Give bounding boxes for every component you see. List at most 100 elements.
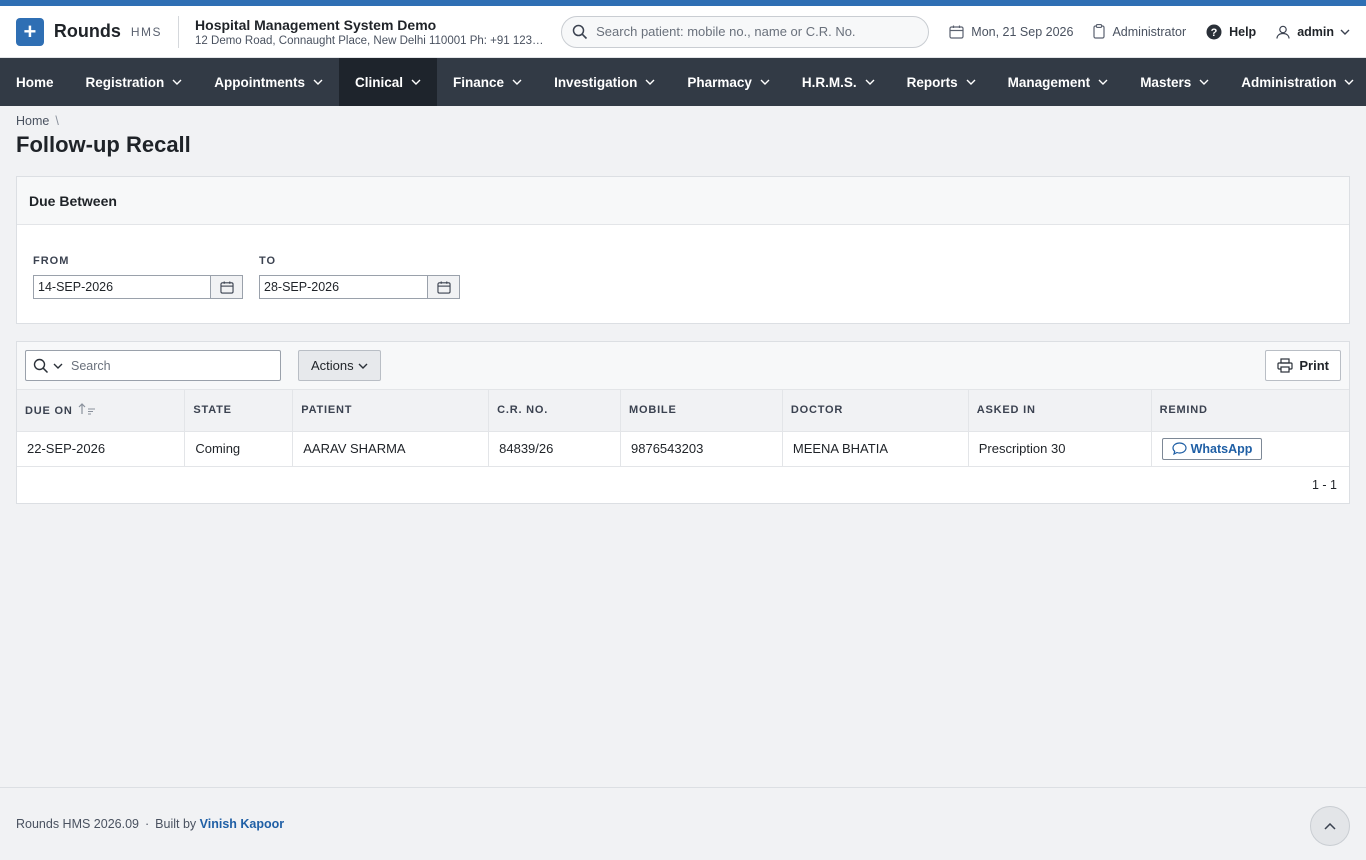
chevron-down-icon — [1344, 79, 1354, 85]
chevron-down-icon — [411, 79, 421, 85]
chevron-down-icon — [313, 79, 323, 85]
report-search-input[interactable] — [71, 358, 271, 373]
cell-remind: WhatsApp — [1151, 431, 1349, 467]
column-header-remind[interactable]: REMIND — [1151, 390, 1349, 432]
chevron-down-icon — [358, 363, 368, 369]
cell-doctor: MEENA BHATIA — [782, 431, 969, 467]
nav-item-label: Finance — [453, 74, 505, 90]
nav-item-appointments[interactable]: Appointments — [198, 58, 339, 106]
user-menu[interactable]: admin — [1276, 25, 1350, 39]
whatsapp-label: WhatsApp — [1190, 441, 1253, 456]
sort-ascending-icon — [78, 403, 95, 415]
nav-item-label: Clinical — [355, 74, 404, 90]
column-header-c-r--no[interactable]: C.R. NO. — [488, 390, 622, 432]
to-label: TO — [259, 255, 277, 267]
column-header-patient[interactable]: PATIENT — [292, 390, 490, 432]
app-header: + Rounds HMS Hospital Management System … — [0, 6, 1366, 58]
footer-author-link[interactable]: Vinish Kapoor — [200, 817, 285, 831]
nav-item-label: Masters — [1140, 74, 1192, 90]
user-icon — [1276, 25, 1290, 39]
nav-item-label: Registration — [85, 74, 165, 90]
from-field: FROM — [33, 255, 243, 299]
column-header-asked-in[interactable]: ASKED IN — [968, 390, 1152, 432]
to-calendar-button[interactable] — [428, 275, 460, 299]
actions-button[interactable]: Actions — [298, 350, 381, 381]
recall-table: DUE ON STATE PATIENT C.R. NO. MOBILE DOCTOR AS… — [17, 390, 1349, 467]
header-divider — [178, 15, 180, 48]
cell-cr-no: 84839/26 — [488, 431, 622, 467]
chevron-down-icon — [865, 79, 875, 85]
calendar-icon — [949, 25, 964, 39]
footer-version: Rounds HMS 2026.09 — [16, 817, 139, 831]
role-selector[interactable]: Administrator — [1093, 24, 1186, 39]
org-name: Hospital Management System Demo — [195, 16, 437, 33]
nav-item-registration[interactable]: Registration — [70, 58, 199, 106]
nav-item-label: Pharmacy — [687, 74, 752, 90]
column-header-doctor[interactable]: DOCTOR — [782, 390, 969, 432]
footer-built-by: Built by — [155, 817, 197, 831]
report-search-box[interactable] — [25, 350, 281, 381]
patient-search-box[interactable] — [561, 15, 930, 48]
table-header-row: DUE ON STATE PATIENT C.R. NO. MOBILE DOCTOR AS… — [17, 390, 1349, 432]
nav-item-investigation[interactable]: Investigation — [538, 58, 671, 106]
column-header-label: C.R. NO. — [497, 404, 549, 417]
column-header-due-on[interactable]: DUE ON — [17, 390, 186, 432]
plus-logo-icon[interactable]: + — [16, 17, 44, 46]
print-button[interactable]: Print — [1265, 350, 1341, 381]
report-toolbar: Actions Print — [17, 342, 1349, 390]
nav-item-home[interactable]: Home — [0, 58, 70, 106]
patient-search-input[interactable] — [596, 24, 917, 39]
page-title: Follow-up Recall — [16, 132, 191, 157]
brand-name[interactable]: Rounds — [54, 21, 121, 42]
user-name: admin — [1297, 24, 1335, 39]
clipboard-icon — [1093, 24, 1106, 39]
panel-title: Due Between — [17, 177, 1349, 225]
role-text: Administrator — [1112, 24, 1187, 39]
svg-text:?: ? — [1211, 27, 1218, 39]
pagination: 1 - 1 — [1311, 477, 1337, 492]
nav-item-label: Administration — [1241, 74, 1337, 90]
nav-item-label: Investigation — [554, 74, 638, 90]
chevron-down-icon — [1098, 79, 1108, 85]
column-header-state[interactable]: STATE — [184, 390, 294, 432]
due-between-panel: Due Between FROM TO — [16, 176, 1350, 324]
cell-mobile: 9876543203 — [620, 431, 783, 467]
nav-item-label: Home — [16, 74, 54, 90]
nav-item-finance[interactable]: Finance — [437, 58, 538, 106]
calendar-icon — [436, 280, 451, 294]
org-info: Hospital Management System Demo 12 Demo … — [195, 17, 551, 47]
current-date: Mon, 21 Sep 2026 — [949, 25, 1073, 39]
nav-item-masters[interactable]: Masters — [1124, 58, 1225, 106]
column-header-label: STATE — [193, 404, 232, 417]
whatsapp-remind-button[interactable]: WhatsApp — [1161, 437, 1263, 460]
nav-item-hrms[interactable]: H.R.M.S. — [786, 58, 891, 106]
main-nav: Home Registration Appointments Clinical Fina… — [0, 58, 1366, 106]
column-header-label: ASKED IN — [976, 404, 1036, 417]
nav-item-reports[interactable]: Reports — [891, 58, 992, 106]
actions-label: Actions — [311, 358, 354, 373]
nav-item-clinical[interactable]: Clinical — [339, 58, 438, 106]
recall-report: Actions Print DUE ON STATE PATIENT C.R. NO.… — [16, 341, 1350, 504]
help-link[interactable]: ? Help — [1206, 24, 1256, 40]
from-label: FROM — [33, 255, 70, 267]
page-footer: Rounds HMS 2026.09 · Built by Vinish Kap… — [0, 787, 1366, 860]
back-to-top-button[interactable] — [1310, 806, 1350, 846]
chevron-down-icon — [966, 79, 976, 85]
nav-item-pharmacy[interactable]: Pharmacy — [671, 58, 786, 106]
cell-due-on: 22-SEP-2026 — [17, 431, 186, 467]
column-header-mobile[interactable]: MOBILE — [620, 390, 783, 432]
help-icon: ? — [1206, 24, 1222, 39]
from-calendar-button[interactable] — [211, 275, 243, 299]
breadcrumb: Home \ — [0, 106, 1366, 128]
column-header-label: DUE ON — [25, 405, 73, 418]
column-header-label: MOBILE — [629, 404, 677, 417]
chevron-down-icon[interactable] — [53, 363, 63, 369]
nav-item-administration[interactable]: Administration — [1225, 58, 1366, 106]
chevron-up-icon — [1324, 822, 1336, 830]
from-date-input[interactable] — [33, 275, 211, 299]
breadcrumb-home[interactable]: Home — [16, 114, 49, 128]
chevron-down-icon — [760, 79, 770, 85]
search-icon[interactable] — [33, 358, 49, 374]
nav-item-management[interactable]: Management — [992, 58, 1125, 106]
to-date-input[interactable] — [259, 275, 428, 299]
